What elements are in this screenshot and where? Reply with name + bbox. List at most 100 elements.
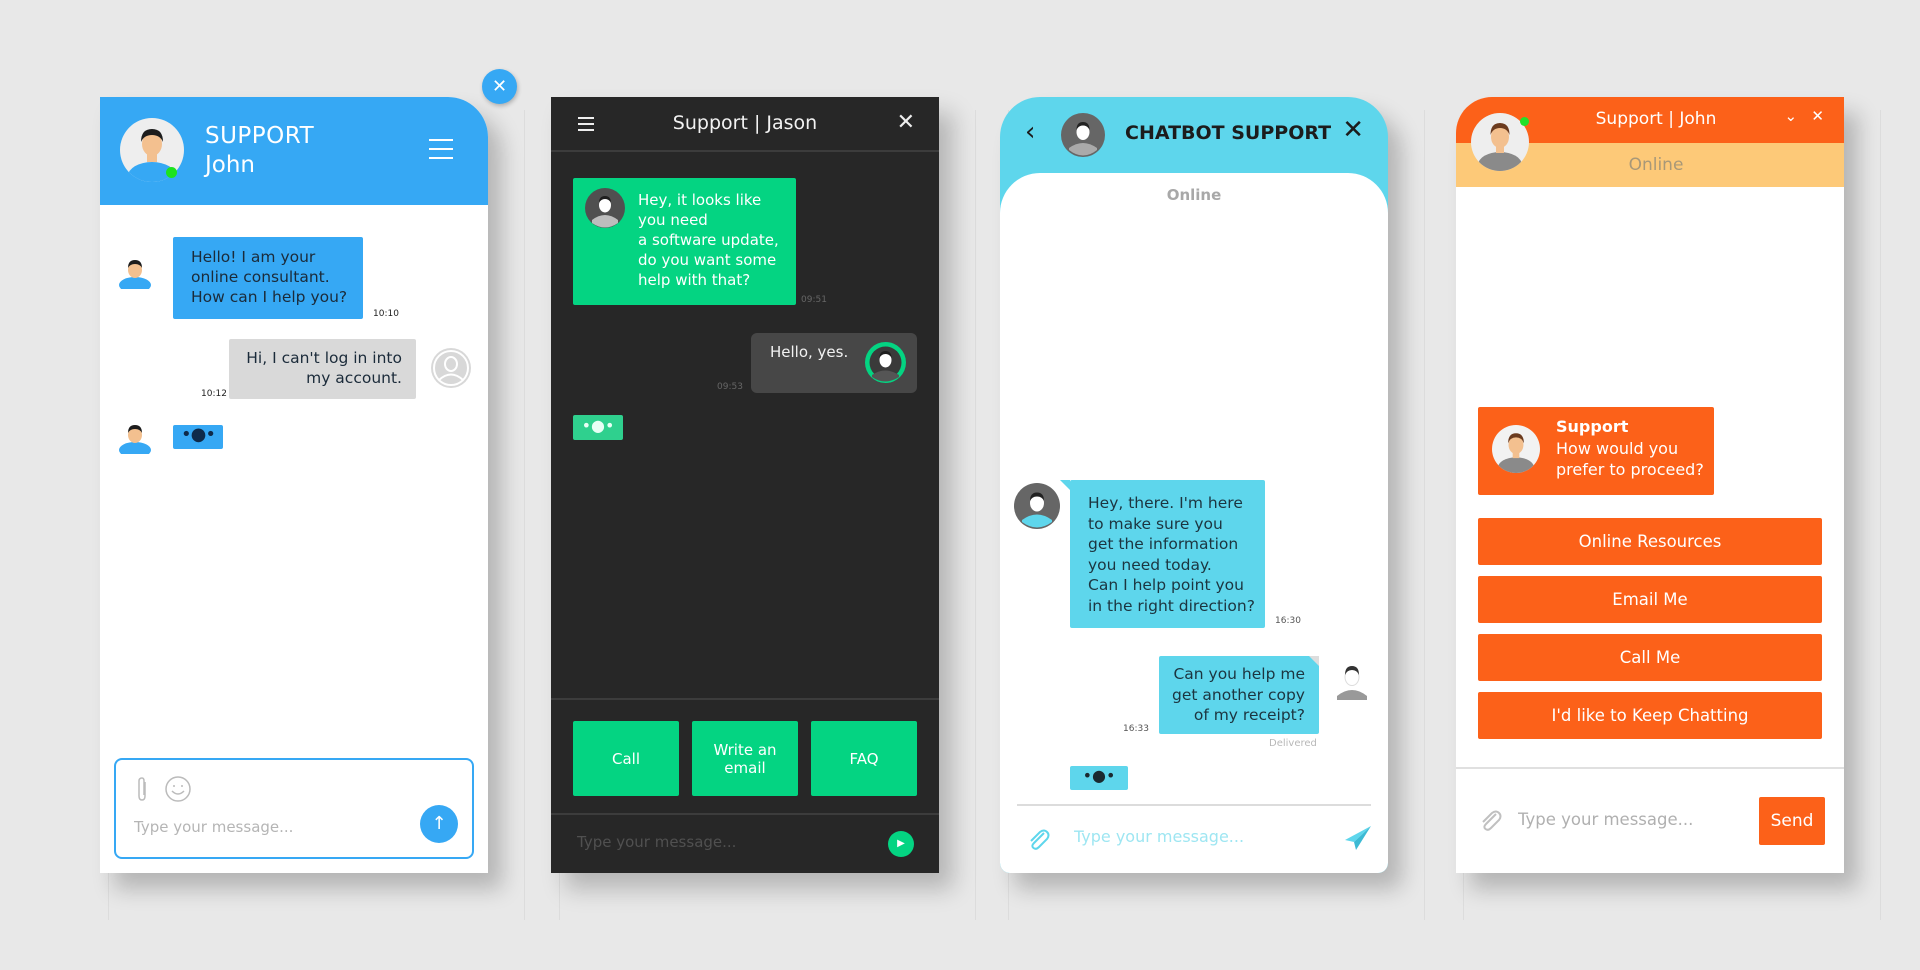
bot-avatar [1061, 113, 1105, 157]
option-email-me[interactable]: Email Me [1478, 576, 1822, 623]
user-message: Hi, I can't log in into my account. [229, 339, 416, 399]
message-line: Hey, there. I'm here [1088, 494, 1243, 512]
button-label: Write an [713, 740, 777, 759]
message-line: my account. [306, 369, 402, 387]
chat-widget-dark: Support | Jason ✕ Hey, it looks like you… [551, 97, 939, 873]
message-line: you need [638, 211, 708, 229]
close-icon[interactable]: ✕ [1811, 107, 1824, 125]
button-label: Call [611, 749, 640, 768]
header-title: Support | Jason [672, 112, 818, 134]
online-status-dot [166, 167, 177, 178]
agent-avatar-small [119, 425, 151, 454]
typing-indicator: •●• [173, 425, 223, 449]
user-message: Hello, yes. [751, 333, 917, 393]
message-line: Can you help me [1173, 665, 1305, 683]
chat-widget-orange: Support | John ⌄ ✕ Online Support How wo… [1456, 97, 1844, 873]
chat-widget-blue: SUPPORT John Hello! I am your online con… [100, 97, 488, 873]
quick-reply-faq[interactable]: FAQ [811, 721, 917, 796]
bot-avatar [1014, 483, 1060, 529]
typing-indicator: •●• [1070, 766, 1128, 790]
send-button[interactable]: Send [1759, 797, 1825, 845]
message-line: get another copy [1172, 685, 1305, 704]
message-input[interactable] [1518, 810, 1738, 829]
message-line: Hello! I am your [191, 248, 316, 266]
message-line: get the information [1088, 535, 1239, 553]
message-line: Hi, I can't log in into [246, 349, 402, 367]
background-divider [975, 110, 976, 920]
chat-widget-cyan: ‹ CHATBOT SUPPORT ✕ Online Hey, there. I… [1000, 97, 1388, 873]
message-timestamp: 09:53 [717, 382, 743, 392]
message-line: prefer to proceed? [1556, 460, 1704, 479]
agent-message: Hello! I am your online consultant. How … [173, 237, 363, 319]
message-line: of my receipt? [1193, 706, 1305, 724]
message-timestamp: 16:33 [1123, 724, 1149, 734]
chat-header: ‹ CHATBOT SUPPORT ✕ [1000, 97, 1388, 173]
send-button[interactable]: ↑ [420, 805, 458, 843]
support-message: Support How would you prefer to proceed? [1478, 407, 1714, 495]
message-line: you need today. [1088, 555, 1212, 574]
agent-avatar-small [119, 260, 151, 289]
message-input[interactable] [1074, 827, 1304, 846]
message-line: help with that? [638, 271, 751, 289]
button-label: email [724, 758, 766, 777]
message-line: How would you [1556, 439, 1679, 458]
paperclip-icon[interactable] [136, 776, 148, 802]
quick-reply-email[interactable]: Write an email [692, 721, 798, 796]
delivery-status: Delivered [1269, 738, 1317, 749]
online-status-dot [1520, 117, 1529, 126]
header-title: SUPPORT [205, 123, 315, 149]
divider [1017, 804, 1371, 806]
message-timestamp: 10:10 [373, 309, 399, 319]
header-title: CHATBOT SUPPORT [1125, 122, 1332, 144]
sender-name: Support [1556, 417, 1629, 436]
button-label: FAQ [849, 749, 879, 768]
message-input[interactable] [577, 833, 857, 851]
message-line: a software update, [638, 231, 779, 249]
background-divider [1424, 110, 1425, 920]
agent-message: Hey, it looks like you need a software u… [573, 178, 796, 305]
paper-plane-send-icon[interactable] [1344, 825, 1372, 851]
message-line: Hey, it looks like [638, 191, 762, 209]
agent-name: John [205, 152, 256, 178]
chat-body: Online Hey, there. I'm here to make sure… [1000, 173, 1388, 873]
hamburger-icon[interactable] [429, 139, 453, 166]
option-call-me[interactable]: Call Me [1478, 634, 1822, 681]
smiley-icon[interactable] [164, 775, 192, 803]
close-icon[interactable]: ✕ [897, 110, 915, 135]
divider [551, 698, 939, 700]
user-avatar [1337, 666, 1367, 700]
message-timestamp: 16:30 [1275, 616, 1301, 626]
message-composer: ↑ [114, 758, 474, 859]
agent-avatar [1492, 425, 1540, 473]
bot-message: Hey, there. I'm here to make sure you ge… [1060, 480, 1265, 628]
message-line: to make sure you [1088, 514, 1223, 533]
user-avatar [865, 342, 906, 383]
close-icon[interactable]: ✕ [1342, 115, 1364, 145]
person-icon [1497, 433, 1535, 473]
chat-header: SUPPORT John [100, 97, 488, 205]
send-button[interactable]: ▶ [888, 831, 914, 857]
message-line: Can I help point you [1088, 576, 1244, 594]
agent-avatar [585, 188, 625, 228]
close-widget-button[interactable]: ✕ [482, 69, 517, 104]
message-timestamp: 09:51 [801, 295, 827, 305]
user-avatar [431, 348, 471, 388]
paperclip-icon[interactable] [1026, 827, 1050, 851]
minimize-icon[interactable]: ⌄ [1785, 107, 1798, 125]
typing-indicator: •●• [573, 415, 623, 440]
chat-header: Support | Jason ✕ [551, 97, 939, 152]
divider [1456, 767, 1844, 769]
background-divider [1880, 110, 1881, 920]
background-divider [524, 110, 525, 920]
message-line: How can I help you? [191, 288, 348, 306]
paperclip-icon[interactable] [1478, 808, 1502, 832]
user-message: Can you help me get another copy of my r… [1159, 656, 1319, 734]
message-line: Hello, yes. [770, 343, 849, 361]
option-online-resources[interactable]: Online Resources [1478, 518, 1822, 565]
quick-reply-call[interactable]: Call [573, 721, 679, 796]
message-timestamp: 10:12 [201, 389, 227, 399]
option-keep-chatting[interactable]: I'd like to Keep Chatting [1478, 692, 1822, 739]
message-line: do you want some [638, 251, 777, 269]
back-icon[interactable]: ‹ [1025, 117, 1035, 147]
message-input[interactable] [134, 818, 404, 836]
